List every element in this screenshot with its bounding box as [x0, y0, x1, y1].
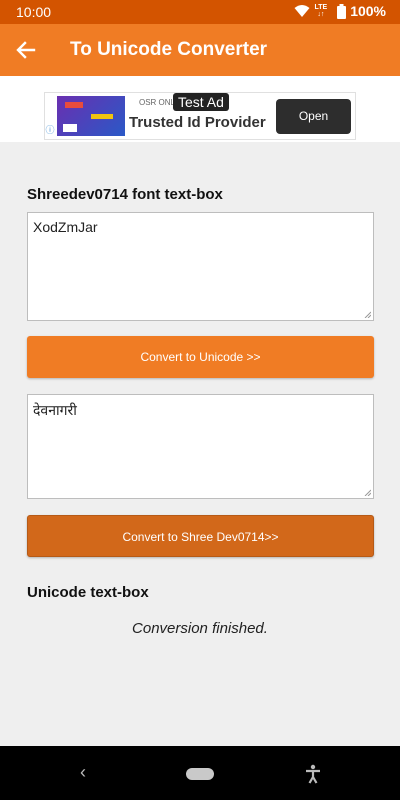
status-icons: LTE ↓↑ 100% [294, 3, 386, 19]
input-section-label: Shreedev0714 font text-box [27, 186, 223, 203]
shreedev-input-value: XodZmJar [33, 219, 98, 235]
convert-to-shree-button[interactable]: Convert to Shree Dev0714>> [27, 515, 374, 557]
resize-grip-icon[interactable] [364, 489, 371, 496]
status-time: 10:00 [16, 4, 52, 20]
ad-image[interactable] [57, 96, 125, 136]
unicode-output[interactable]: देवनागरी [27, 394, 374, 499]
unicode-section-label: Unicode text-box [27, 584, 149, 601]
page-title: To Unicode Converter [70, 39, 268, 60]
app-bar: To Unicode Converter [0, 24, 400, 76]
ad-headline[interactable]: Trusted Id Provider [129, 114, 266, 131]
ad-small-text: OSR ONLI [139, 98, 178, 107]
ad-banner[interactable]: ⓘ OSR ONLI Trusted Id Provider Test Ad O… [44, 92, 356, 140]
navigation-bar: ‹ [0, 746, 400, 800]
unicode-output-value: देवनागरी [33, 402, 77, 418]
battery-level: 100% [350, 3, 386, 19]
nav-back-icon[interactable]: ‹ [80, 762, 86, 783]
resize-grip-icon[interactable] [364, 311, 371, 318]
battery-icon [337, 3, 347, 19]
back-arrow-icon[interactable] [12, 37, 40, 63]
ad-open-button[interactable]: Open [276, 99, 351, 134]
wifi-icon [294, 5, 310, 17]
shreedev-input[interactable]: XodZmJar [27, 212, 374, 321]
nav-home-icon[interactable] [186, 768, 214, 780]
ad-area: ⓘ OSR ONLI Trusted Id Provider Test Ad O… [0, 76, 400, 142]
accessibility-icon[interactable] [304, 764, 322, 784]
lte-indicator: LTE ↓↑ [314, 4, 328, 18]
conversion-status: Conversion finished. [132, 620, 268, 637]
convert-to-unicode-button[interactable]: Convert to Unicode >> [27, 336, 374, 378]
status-bar: 10:00 LTE ↓↑ 100% [0, 0, 400, 24]
ad-info-icon[interactable]: ⓘ [45, 123, 55, 135]
test-ad-badge: Test Ad [173, 93, 229, 111]
